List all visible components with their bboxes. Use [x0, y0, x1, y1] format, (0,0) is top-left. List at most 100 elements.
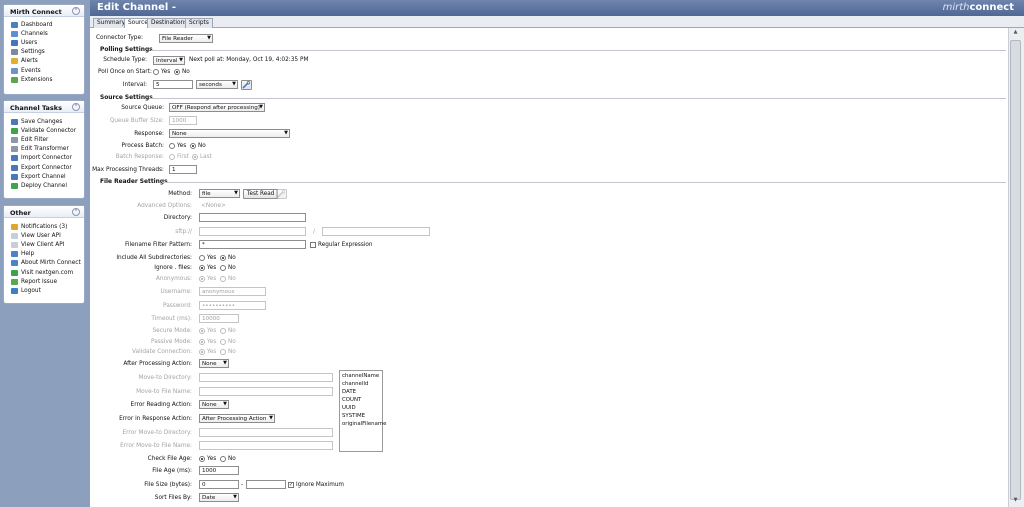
- variable-item[interactable]: SYSTIME: [342, 413, 380, 421]
- file-size-min-input[interactable]: 0: [199, 480, 239, 489]
- variable-item[interactable]: COUNT: [342, 397, 380, 405]
- connector-type-select[interactable]: File Reader ▼: [159, 34, 213, 43]
- error-move-file-input[interactable]: [199, 441, 333, 450]
- radio-label: No: [228, 456, 236, 462]
- radio-icon: [199, 349, 205, 355]
- scroll-up-icon[interactable]: ▲: [1010, 29, 1021, 38]
- directory-input[interactable]: [199, 213, 306, 222]
- error-move-dir-input[interactable]: [199, 428, 333, 437]
- other-item-about-mirth-connect[interactable]: About Mirth Connect: [4, 259, 84, 268]
- process-batch-no-radio[interactable]: No: [190, 143, 206, 149]
- scroll-down-icon[interactable]: ▼: [1010, 497, 1021, 506]
- task-item-import-connector[interactable]: Import Connector: [4, 154, 84, 163]
- sidebar-item-dashboard[interactable]: Dashboard: [4, 20, 84, 29]
- poll-once-yes-radio[interactable]: Yes: [153, 69, 170, 75]
- task-item-export-connector[interactable]: Export Connector: [4, 163, 84, 172]
- other-item-notifications-3[interactable]: Notifications (3): [4, 222, 84, 231]
- tab-scripts[interactable]: Scripts: [185, 18, 213, 28]
- secure-mode-no-radio[interactable]: No: [220, 328, 236, 334]
- task-item-edit-filter[interactable]: Edit Filter: [4, 135, 84, 144]
- interval-input[interactable]: 5: [153, 80, 193, 89]
- password-input[interactable]: ••••••••••: [199, 301, 266, 310]
- batch-response-last-radio[interactable]: Last: [192, 154, 212, 160]
- panel-header: Mirth Connect ⌃: [4, 5, 84, 17]
- method-select[interactable]: file ▼: [199, 189, 240, 198]
- task-item-save-changes[interactable]: Save Changes: [4, 117, 84, 126]
- batch-response-first-radio[interactable]: First: [169, 154, 189, 160]
- include-subdirs-no-radio[interactable]: No: [220, 255, 236, 261]
- validate-connection-label: Validate Connection:: [132, 349, 192, 355]
- response-label: Response:: [134, 131, 164, 137]
- file-age-input[interactable]: 1000: [199, 466, 239, 475]
- error-response-select[interactable]: After Processing Action ▼: [199, 414, 275, 423]
- sftp-host-input[interactable]: [199, 227, 306, 236]
- after-processing-select[interactable]: None ▼: [199, 359, 229, 368]
- move-to-file-input[interactable]: [199, 387, 333, 396]
- collapse-icon[interactable]: ⌃: [72, 208, 80, 216]
- schedule-type-select[interactable]: Interval ▼: [153, 56, 185, 65]
- sidebar-item-channels[interactable]: Channels: [4, 29, 84, 38]
- validate-connection-yes-radio[interactable]: Yes: [199, 349, 216, 355]
- task-item-validate-connector[interactable]: Validate Connector: [4, 126, 84, 135]
- validate-connection-no-radio[interactable]: No: [220, 349, 236, 355]
- regex-checkbox[interactable]: Regular Expression: [310, 242, 373, 248]
- ignore-dot-files-no-radio[interactable]: No: [220, 265, 236, 271]
- ignore-maximum-checkbox[interactable]: ✓ Ignore Maximum: [288, 482, 344, 488]
- variable-item[interactable]: originalFilename: [342, 421, 386, 429]
- page-title: Edit Channel -: [97, 2, 176, 13]
- other-item-view-user-api[interactable]: View User API: [4, 231, 84, 240]
- sftp-path-input[interactable]: [322, 227, 430, 236]
- radio-label: Yes: [207, 265, 217, 271]
- error-reading-select[interactable]: None ▼: [199, 400, 229, 409]
- filename-filter-input[interactable]: *: [199, 240, 306, 249]
- other-item-help[interactable]: Help: [4, 250, 84, 259]
- other-item-report-issue[interactable]: Report Issue: [4, 277, 84, 286]
- file-size-max-input[interactable]: [246, 480, 286, 489]
- variable-item[interactable]: DATE: [342, 389, 380, 397]
- response-select[interactable]: None ▼: [169, 129, 290, 138]
- check-file-age-yes-radio[interactable]: Yes: [199, 456, 216, 462]
- check-file-age-no-radio[interactable]: No: [220, 456, 236, 462]
- source-queue-select[interactable]: OFF (Respond after processing) ▼: [169, 103, 265, 112]
- sidebar-item-extensions[interactable]: Extensions: [4, 75, 84, 84]
- poll-once-no-radio[interactable]: No: [174, 69, 190, 75]
- sort-files-select[interactable]: Date ▼: [199, 493, 239, 502]
- sidebar-item-users[interactable]: Users: [4, 38, 84, 47]
- sidebar-item-events[interactable]: Events: [4, 66, 84, 75]
- anonymous-yes-radio[interactable]: Yes: [199, 276, 216, 282]
- passive-mode-no-radio[interactable]: No: [220, 339, 236, 345]
- passive-mode-yes-radio[interactable]: Yes: [199, 339, 216, 345]
- queue-buffer-input[interactable]: 1000: [169, 116, 197, 125]
- scrollbar-thumb[interactable]: [1010, 40, 1021, 500]
- task-item-deploy-channel[interactable]: Deploy Channel: [4, 181, 84, 190]
- other-item-visit-nextgen-com[interactable]: Visit nextgen.com: [4, 268, 84, 277]
- other-item-logout[interactable]: Logout: [4, 286, 84, 295]
- other-item-view-client-api[interactable]: View Client API: [4, 240, 84, 249]
- variable-item[interactable]: channelId: [342, 381, 380, 389]
- variable-list[interactable]: channelName channelId DATE COUNT UUID SYSTIME…: [339, 370, 386, 452]
- task-item-edit-transformer[interactable]: Edit Transformer: [4, 145, 84, 154]
- sidebar-item-alerts[interactable]: Alerts: [4, 57, 84, 66]
- max-threads-input[interactable]: 1: [169, 165, 197, 174]
- timeout-input[interactable]: 10000: [199, 314, 239, 323]
- collapse-icon[interactable]: ⌃: [72, 103, 80, 111]
- test-read-button[interactable]: Test Read: [243, 189, 279, 199]
- schedule-settings-button[interactable]: [241, 80, 252, 90]
- move-to-dir-input[interactable]: [199, 373, 333, 382]
- passive-mode-label: Passive Mode:: [150, 339, 192, 345]
- section-divider: [162, 182, 1006, 183]
- variable-item[interactable]: channelName: [342, 373, 380, 381]
- advanced-options-button[interactable]: [276, 189, 287, 199]
- secure-mode-yes-radio[interactable]: Yes: [199, 328, 216, 334]
- section-divider: [150, 98, 1006, 99]
- sidebar-item-settings[interactable]: Settings: [4, 48, 84, 57]
- anonymous-no-radio[interactable]: No: [220, 276, 236, 282]
- variable-item[interactable]: UUID: [342, 405, 380, 413]
- task-item-export-channel[interactable]: Export Channel: [4, 172, 84, 181]
- interval-unit-select[interactable]: seconds ▼: [196, 80, 238, 89]
- username-input[interactable]: anonymous: [199, 287, 266, 296]
- process-batch-yes-radio[interactable]: Yes: [169, 143, 186, 149]
- ignore-dot-files-yes-radio[interactable]: Yes: [199, 265, 216, 271]
- collapse-icon[interactable]: ⌃: [72, 7, 80, 15]
- include-subdirs-yes-radio[interactable]: Yes: [199, 255, 216, 261]
